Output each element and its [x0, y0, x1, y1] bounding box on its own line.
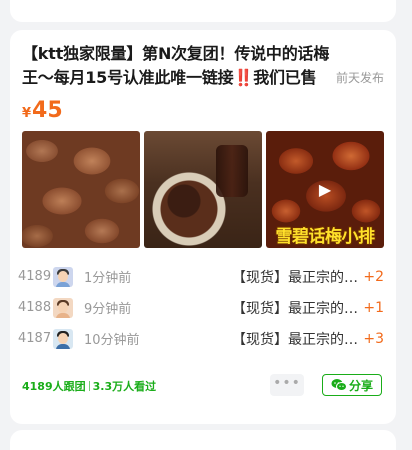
order-time: 9分钟前	[84, 302, 132, 317]
order-number: 4189	[18, 269, 52, 284]
play-icon[interactable]: ▶	[312, 177, 338, 203]
more-button[interactable]: •••	[270, 374, 304, 396]
order-row[interactable]: 4189 1分钟前 【现货】最正宗的话梅王 +2	[18, 261, 384, 292]
price-value: 45	[32, 98, 63, 123]
double-exclamation-icon: ‼️	[233, 68, 254, 87]
followers-count: 4189人跟团	[22, 380, 86, 393]
card-footer: 4189人跟团 3.3万人看过 ••• 分享	[22, 374, 384, 398]
group-buy-card[interactable]: 【ktt独家限量】第N次复团！传说中的话梅王～每月15号认准此唯一链接‼️我们已…	[10, 30, 396, 424]
post-title[interactable]: 【ktt独家限量】第N次复团！传说中的话梅王～每月15号认准此唯一链接‼️我们已…	[22, 42, 330, 90]
currency-symbol: ¥	[22, 106, 32, 121]
avatar	[53, 297, 73, 318]
views-count: 3.3万人看过	[92, 380, 157, 393]
order-quantity: +2	[363, 268, 384, 285]
order-quantity: +3	[363, 330, 384, 347]
group-stats: 4189人跟团 3.3万人看过	[22, 378, 156, 394]
product-images: ▶ 雪碧话梅小排	[22, 131, 384, 248]
more-icon: •••	[273, 375, 301, 391]
product-video-thumbnail[interactable]: ▶ 雪碧话梅小排	[266, 131, 384, 248]
order-product: 【现货】最正宗的话梅王	[232, 269, 362, 286]
post-title-tail: 我们已售	[253, 68, 317, 87]
share-button[interactable]: 分享	[322, 374, 382, 396]
publish-time: 前天发布	[335, 71, 384, 85]
jar-shape	[216, 145, 248, 197]
avatar	[53, 266, 73, 287]
order-product: 【现货】最正宗的话梅王	[232, 300, 362, 317]
order-time: 10分钟前	[84, 333, 140, 348]
share-label: 分享	[348, 378, 373, 393]
price: ¥ 45	[22, 98, 63, 123]
order-quantity: +1	[363, 299, 384, 316]
product-image-dried-plums[interactable]	[22, 131, 140, 248]
wechat-icon	[331, 379, 347, 391]
previous-card	[10, 0, 396, 22]
video-caption: 雪碧话梅小排	[275, 227, 376, 247]
avatar	[53, 328, 73, 349]
product-image-bowl[interactable]	[144, 131, 262, 248]
order-row[interactable]: 4188 9分钟前 【现货】最正宗的话梅王 +1	[18, 292, 384, 323]
post-header: 【ktt独家限量】第N次复团！传说中的话梅王～每月15号认准此唯一链接‼️我们已…	[22, 42, 384, 90]
divider	[88, 381, 90, 391]
order-number: 4187	[18, 331, 52, 346]
order-row[interactable]: 4187 10分钟前 【现货】最正宗的话梅王 +3	[18, 323, 384, 354]
order-product: 【现货】最正宗的话梅王	[232, 331, 362, 348]
next-card	[10, 430, 396, 450]
order-time: 1分钟前	[84, 271, 132, 286]
order-list: 4189 1分钟前 【现货】最正宗的话梅王 +2 4188 9分钟前 【现货】最…	[18, 261, 384, 354]
order-number: 4188	[18, 300, 52, 315]
